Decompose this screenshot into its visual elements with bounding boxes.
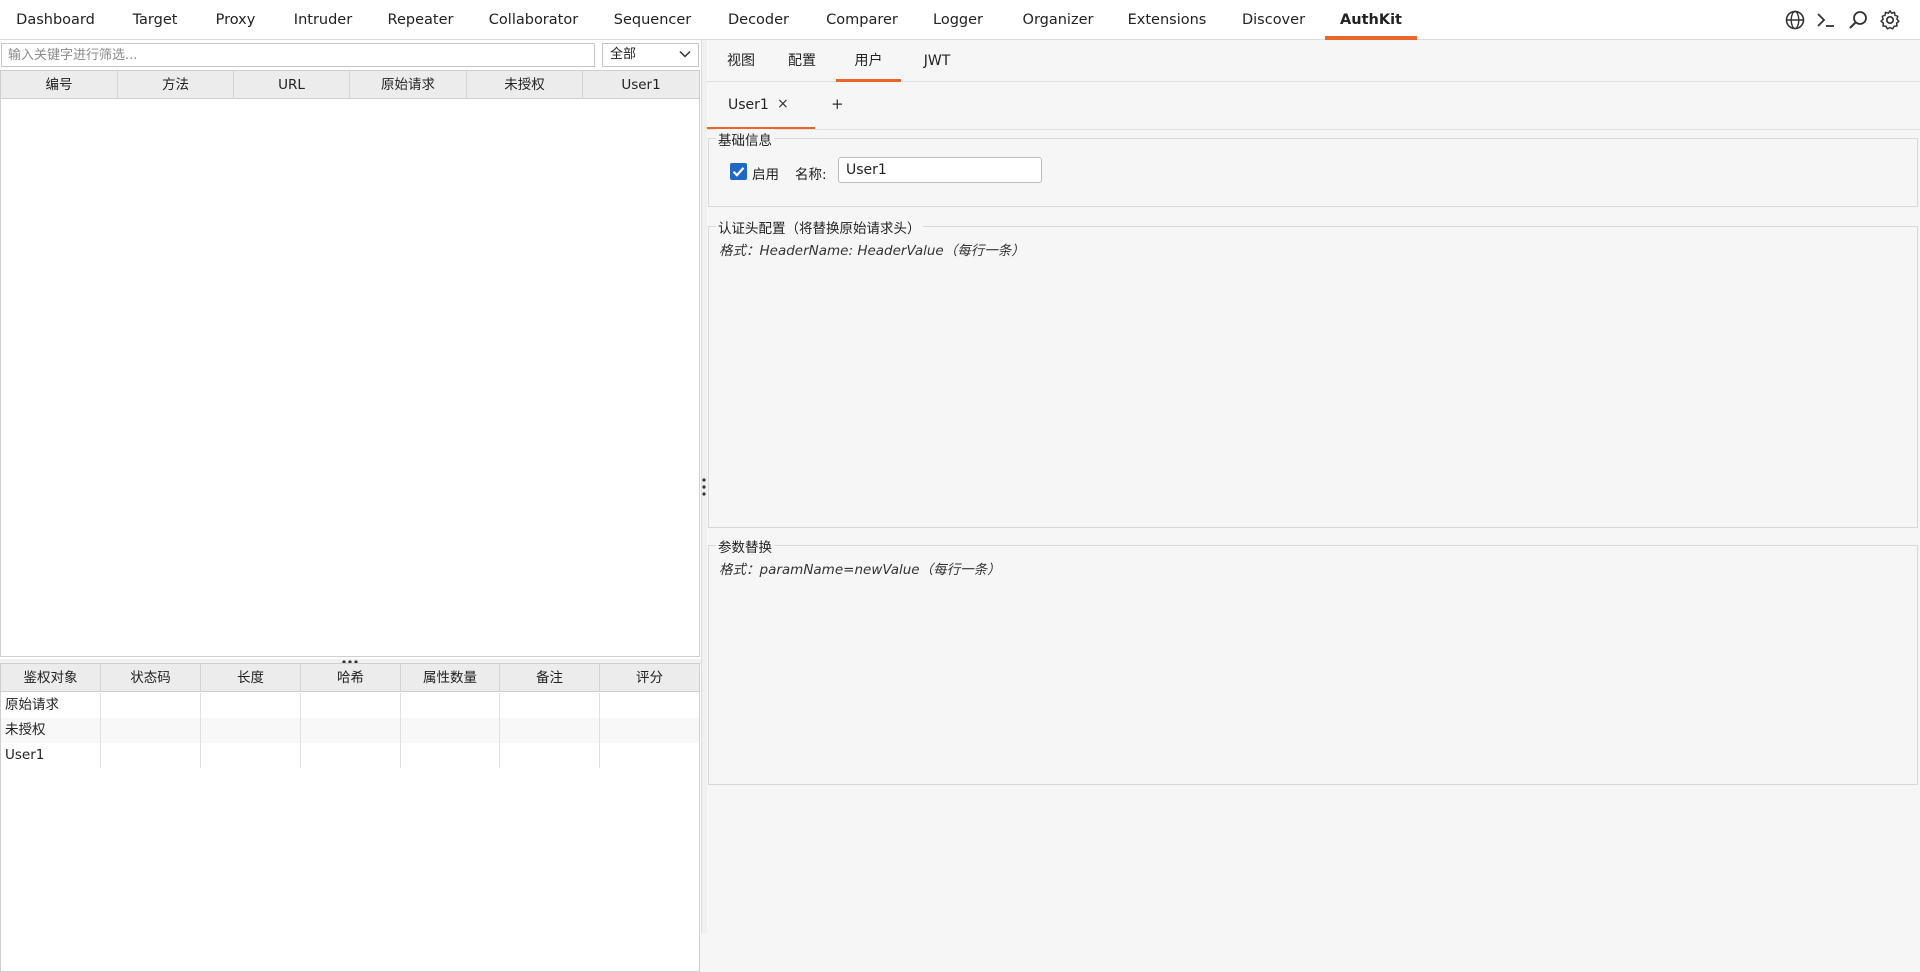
filter-select[interactable]: 全部 <box>602 43 699 67</box>
column-header-method[interactable]: 方法 <box>118 71 234 99</box>
tab-repeater[interactable]: Repeater <box>374 0 467 40</box>
tab-sequencer[interactable]: Sequencer <box>600 0 705 40</box>
column-header-url[interactable]: URL <box>234 71 350 99</box>
table-cell <box>500 743 600 768</box>
filter-select-value: 全部 <box>610 47 637 62</box>
settings-icon[interactable] <box>1878 8 1902 32</box>
table-cell <box>101 718 201 743</box>
table-cell <box>401 718 500 743</box>
param-replace-placeholder: 格式：paramName=newValue（每行一条） <box>719 562 1001 578</box>
request-table[interactable]: 编号 方法 URL 原始请求 未授权 User1 <box>0 70 700 657</box>
tab-config[interactable]: 配置 <box>777 40 827 82</box>
tab-users[interactable]: 用户 <box>836 40 901 82</box>
sub-tabs: 视图 配置 用户 JWT <box>707 40 1920 82</box>
basic-info-title: 基础信息 <box>716 129 774 149</box>
tab-discover[interactable]: Discover <box>1222 0 1325 40</box>
table-cell <box>101 693 201 718</box>
right-panel: 视图 配置 用户 JWT User1 × + 基础信息 启用 名称: User1… <box>707 40 1920 934</box>
add-user-button[interactable]: + <box>831 95 844 113</box>
table-cell <box>401 743 500 768</box>
column-header-auth-target[interactable]: 鉴权对象 <box>1 664 101 692</box>
tab-comparer[interactable]: Comparer <box>812 0 912 40</box>
result-table-header: 鉴权对象 状态码 长度 哈希 属性数量 备注 评分 <box>1 664 699 692</box>
column-header-original-request[interactable]: 原始请求 <box>350 71 467 99</box>
table-cell <box>500 718 600 743</box>
user-tab-user1[interactable]: User1 × <box>707 82 815 130</box>
param-replace-group: 参数替换 格式：paramName=newValue（每行一条） <box>708 536 1918 785</box>
column-header-remark[interactable]: 备注 <box>500 664 600 692</box>
table-cell <box>301 718 401 743</box>
terminal-icon[interactable] <box>1814 8 1838 32</box>
tab-authkit[interactable]: AuthKit <box>1325 0 1417 40</box>
table-cell <box>401 693 500 718</box>
table-cell <box>600 718 699 743</box>
result-table[interactable]: 鉴权对象 状态码 长度 哈希 属性数量 备注 评分 原始请求 未授权 User1 <box>0 663 700 972</box>
table-cell <box>301 743 401 768</box>
table-cell-target: 未授权 <box>1 718 101 743</box>
chevron-down-icon <box>679 50 691 58</box>
tab-organizer[interactable]: Organizer <box>1004 0 1112 40</box>
enabled-checkbox[interactable] <box>730 163 747 180</box>
request-table-header: 编号 方法 URL 原始请求 未授权 User1 <box>1 71 699 99</box>
table-cell <box>201 718 301 743</box>
auth-header-placeholder: 格式：HeaderName: HeaderValue（每行一条） <box>719 243 1025 259</box>
name-label: 名称: <box>795 167 827 183</box>
table-cell <box>600 693 699 718</box>
column-header-unauthorized[interactable]: 未授权 <box>467 71 583 99</box>
tab-logger[interactable]: Logger <box>912 0 1004 40</box>
drag-handle-vertical-icon[interactable] <box>702 477 706 497</box>
table-cell <box>201 693 301 718</box>
auth-header-textarea[interactable]: 格式：HeaderName: HeaderValue（每行一条） <box>709 227 1917 527</box>
tab-jwt[interactable]: JWT <box>912 40 962 82</box>
tab-collaborator[interactable]: Collaborator <box>467 0 600 40</box>
divider <box>707 129 1920 130</box>
table-row[interactable]: 原始请求 <box>1 693 699 718</box>
basic-info-group: 基础信息 启用 名称: User1 <box>708 129 1918 207</box>
column-header-score[interactable]: 评分 <box>600 664 699 692</box>
column-header-user1[interactable]: User1 <box>583 71 699 99</box>
name-input[interactable]: User1 <box>838 157 1042 183</box>
table-cell <box>500 693 600 718</box>
table-row[interactable]: 未授权 <box>1 718 699 743</box>
close-icon[interactable]: × <box>777 96 789 112</box>
tab-intruder[interactable]: Intruder <box>272 0 374 40</box>
column-header-id[interactable]: 编号 <box>1 71 118 99</box>
search-icon[interactable] <box>1846 8 1870 32</box>
table-cell <box>600 743 699 768</box>
auth-header-group: 认证头配置（将替换原始请求头） 格式：HeaderName: HeaderVal… <box>708 217 1918 528</box>
table-cell <box>101 743 201 768</box>
left-panel: 全部 编号 方法 URL 原始请求 未授权 User1 鉴权对象 状态码 长度 … <box>0 40 701 972</box>
column-header-status-code[interactable]: 状态码 <box>101 664 201 692</box>
table-row[interactable]: User1 <box>1 743 699 768</box>
column-header-hash[interactable]: 哈希 <box>301 664 401 692</box>
column-header-attr-count[interactable]: 属性数量 <box>401 664 500 692</box>
table-cell-target: User1 <box>1 743 101 768</box>
table-cell <box>201 743 301 768</box>
tab-dashboard[interactable]: Dashboard <box>0 0 111 40</box>
table-cell-target: 原始请求 <box>1 693 101 718</box>
filter-input[interactable] <box>1 43 595 67</box>
column-header-length[interactable]: 长度 <box>201 664 301 692</box>
tab-target[interactable]: Target <box>111 0 199 40</box>
tab-extensions[interactable]: Extensions <box>1112 0 1222 40</box>
tab-proxy[interactable]: Proxy <box>199 0 272 40</box>
enabled-label: 启用 <box>752 167 779 183</box>
checkmark-icon <box>732 167 745 177</box>
globe-icon[interactable] <box>1783 8 1807 32</box>
tab-decoder[interactable]: Decoder <box>705 0 812 40</box>
table-cell <box>301 693 401 718</box>
top-nav-bar: Dashboard Target Proxy Intruder Repeater… <box>0 0 1920 40</box>
param-replace-textarea[interactable]: 格式：paramName=newValue（每行一条） <box>709 546 1917 784</box>
tab-view[interactable]: 视图 <box>716 40 766 82</box>
user-tab-label: User1 <box>728 97 769 113</box>
